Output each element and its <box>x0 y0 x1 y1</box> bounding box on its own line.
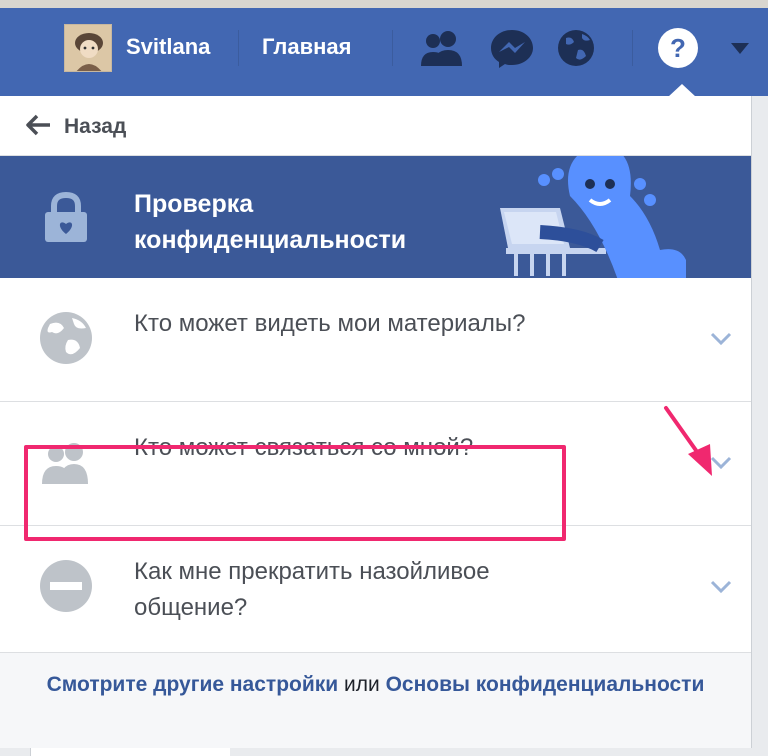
messenger-icon[interactable] <box>488 28 536 68</box>
list-item-who-can-see[interactable]: Кто может видеть мои материалы? <box>0 278 751 402</box>
privacy-checkup-banner[interactable]: Проверка конфиденциальности <box>0 156 751 278</box>
avatar[interactable] <box>64 24 112 72</box>
block-icon <box>40 560 92 612</box>
annotation-highlight-box <box>24 445 566 541</box>
nav-divider <box>392 30 393 66</box>
quick-help-button[interactable]: ? <box>658 28 698 68</box>
window-top-edge <box>0 0 768 8</box>
chevron-down-icon[interactable] <box>710 580 732 594</box>
footer-separator: или <box>344 673 380 696</box>
list-item-stop-harassment[interactable]: Как мне прекратить назойливое общение? <box>0 526 751 650</box>
annotation-arrow-icon <box>664 406 712 476</box>
back-label: Назад <box>64 115 127 138</box>
profile-name-link[interactable]: Svitlana <box>126 34 210 60</box>
item-label: Кто может видеть мои материалы? <box>134 310 526 337</box>
back-link[interactable]: Назад <box>0 96 751 156</box>
top-navigation-bar: Svitlana Главная ? <box>0 0 768 96</box>
lock-icon <box>45 192 87 242</box>
item-label: Как мне прекратить назойливое общение? <box>134 558 490 621</box>
banner-title: Проверка конфиденциальности <box>134 190 407 254</box>
background-page-edge <box>30 748 230 756</box>
nav-divider <box>632 30 633 66</box>
account-menu-caret-icon[interactable] <box>731 43 749 54</box>
panel-footer: Смотрите другие настройки или Основы кон… <box>0 652 751 748</box>
notifications-globe-icon[interactable] <box>554 28 602 68</box>
friend-requests-icon[interactable] <box>418 28 466 68</box>
more-settings-link[interactable]: Смотрите другие настройки <box>47 673 339 696</box>
privacy-dinosaur-illustration <box>500 156 686 278</box>
globe-icon <box>40 312 92 364</box>
privacy-shortcuts-panel: Назад Проверка конфиденциальности Кто мо… <box>0 96 752 748</box>
chevron-down-icon[interactable] <box>710 332 732 346</box>
nav-divider <box>238 30 239 66</box>
home-link[interactable]: Главная <box>262 34 351 60</box>
privacy-basics-link[interactable]: Основы конфиденциальности <box>386 673 705 696</box>
arrow-left-icon <box>26 114 50 136</box>
